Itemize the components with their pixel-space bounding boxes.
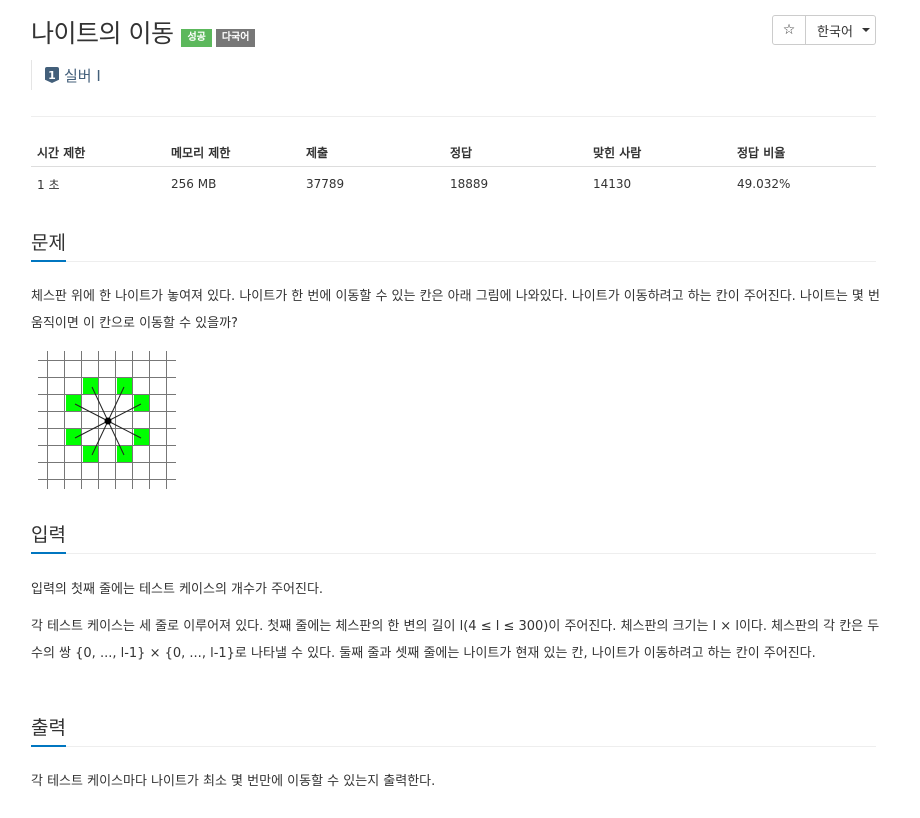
section-underline bbox=[31, 260, 66, 262]
output-description: 각 테스트 케이스마다 나이트가 최소 몇 번만에 이동할 수 있는지 출력한다… bbox=[31, 774, 436, 789]
header-submissions: 제출 bbox=[300, 138, 444, 167]
knight-moves-image bbox=[38, 351, 176, 489]
tier-info[interactable]: 1 실버 I bbox=[31, 60, 101, 90]
success-badge: 성공 bbox=[181, 29, 212, 47]
accept-ratio-value: 49.032% bbox=[737, 177, 791, 191]
memory-limit-value: 256 MB bbox=[171, 177, 217, 191]
section-underline bbox=[31, 552, 66, 554]
section-title-problem: 문제 bbox=[31, 232, 66, 254]
input-description-1: 입력의 첫째 줄에는 테스트 케이스의 개수가 주어진다. bbox=[31, 582, 324, 597]
header-memory-limit: 메모리 제한 bbox=[165, 138, 300, 167]
favorite-button[interactable]: ☆ bbox=[772, 15, 806, 45]
section-divider bbox=[31, 746, 876, 747]
section-divider bbox=[31, 261, 876, 262]
submissions-value[interactable]: 37789 bbox=[300, 167, 444, 202]
page-title: 나이트의 이동 bbox=[31, 19, 174, 48]
toolbar: ☆ 한국어 bbox=[772, 15, 876, 45]
header-time-limit: 시간 제한 bbox=[31, 138, 165, 167]
caret-down-icon bbox=[861, 28, 870, 32]
multilang-badge[interactable]: 다국어 bbox=[215, 29, 256, 47]
solved-users-value[interactable]: 14130 bbox=[587, 167, 731, 202]
header-accepted: 정답 bbox=[444, 138, 587, 167]
problem-info-table: 시간 제한 메모리 제한 제출 정답 맞힌 사람 정답 비율 1 초 256 M… bbox=[31, 138, 876, 201]
section-title-output: 출력 bbox=[31, 717, 66, 739]
language-dropdown[interactable]: 한국어 bbox=[806, 15, 876, 45]
time-limit-value: 1 초 bbox=[37, 177, 60, 192]
title-row: 나이트의 이동 성공 다국어 bbox=[31, 14, 256, 50]
star-icon: ☆ bbox=[782, 22, 796, 38]
section-underline bbox=[31, 745, 66, 747]
section-title-input: 입력 bbox=[31, 524, 66, 546]
knight-position-dot bbox=[104, 417, 112, 425]
tier-label: 실버 I bbox=[64, 66, 101, 85]
header-solved-users: 맞힌 사람 bbox=[587, 138, 731, 167]
divider bbox=[31, 116, 876, 117]
tier-icon: 1 bbox=[45, 67, 59, 83]
table-header-row: 시간 제한 메모리 제한 제출 정답 맞힌 사람 정답 비율 bbox=[31, 138, 876, 167]
header-accept-ratio: 정답 비율 bbox=[731, 138, 876, 167]
table-row: 1 초 256 MB 37789 18889 14130 49.032% bbox=[31, 167, 876, 202]
input-description-2: 각 테스트 케이스는 세 줄로 이루어져 있다. 첫째 줄에는 체스판의 한 변… bbox=[31, 619, 880, 661]
problem-description: 체스판 위에 한 나이트가 놓여져 있다. 나이트가 한 번에 이동할 수 있는… bbox=[31, 289, 880, 331]
language-label: 한국어 bbox=[817, 24, 853, 40]
accepted-value[interactable]: 18889 bbox=[444, 167, 587, 202]
section-divider bbox=[31, 553, 876, 554]
